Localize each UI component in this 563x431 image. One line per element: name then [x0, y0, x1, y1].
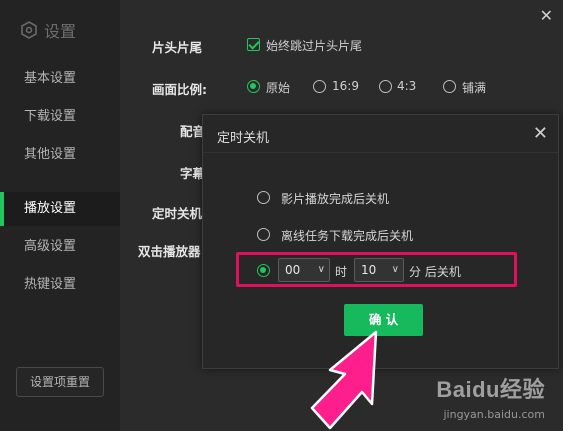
skip-intro-checkbox[interactable] [247, 38, 260, 51]
sidebar-item-hotkeys[interactable]: 热键设置 [0, 268, 120, 302]
aspect-ratio-label: 画面比例: [152, 82, 207, 97]
aspect-16-9-label: 16:9 [332, 79, 359, 93]
watermark-url: jingyan.baidu.com [443, 408, 545, 421]
sidebar-item-advanced[interactable]: 高级设置 [0, 230, 120, 264]
settings-title: 设置 [44, 22, 77, 41]
aspect-16-9-radio[interactable] [313, 80, 326, 93]
aspect-fill-radio[interactable] [443, 80, 456, 93]
subtitle-label: 字幕 [180, 166, 202, 181]
minutes-unit: 分 后关机 [409, 265, 461, 279]
reset-settings-button[interactable]: 设置项重置 [16, 367, 104, 397]
shutdown-after-playback-radio[interactable] [257, 191, 270, 204]
aspect-4-3-label: 4:3 [397, 79, 417, 93]
hours-value: 00 [285, 263, 301, 277]
window-close-icon[interactable]: ✕ [540, 6, 553, 25]
shutdown-after-playback-label: 影片播放完成后关机 [281, 192, 390, 206]
dialog-header: 定时关机 ✕ [203, 115, 558, 153]
hours-select[interactable]: 00 ∨ [278, 258, 330, 282]
aspect-original-radio[interactable] [247, 80, 260, 93]
hours-unit: 时 [335, 265, 348, 279]
skip-intro-label: 始终跳过片头片尾 [266, 39, 363, 53]
settings-hex-icon [21, 21, 37, 39]
sidebar-item-download[interactable]: 下载设置 [0, 100, 120, 134]
double-click-label: 双击播放器 [138, 244, 201, 259]
aspect-original-label: 原始 [266, 81, 291, 95]
shutdown-after-download-label: 离线任务下载完成后关机 [281, 229, 414, 243]
minutes-select[interactable]: 10 ∨ [354, 258, 404, 282]
sidebar-item-playback[interactable]: 播放设置 [0, 192, 120, 226]
intro-outro-label: 片头片尾 [152, 40, 203, 55]
shutdown-timer-radio[interactable] [257, 264, 270, 277]
sidebar-item-other[interactable]: 其他设置 [0, 138, 120, 172]
chevron-down-icon: ∨ [317, 264, 325, 275]
sidebar: 设置 基本设置 下载设置 其他设置 播放设置 高级设置 热键设置 设置项重置 [0, 0, 120, 431]
sidebar-item-basic[interactable]: 基本设置 [0, 62, 120, 96]
audio-label: 配音 [180, 124, 202, 139]
shutdown-after-download-radio[interactable] [257, 228, 270, 241]
aspect-fill-label: 铺满 [462, 81, 487, 95]
shutdown-label: 定时关机 [152, 206, 202, 221]
watermark-logo: Baidu经验 [436, 377, 545, 402]
chevron-down-icon: ∨ [391, 264, 399, 275]
dialog-close-icon[interactable]: ✕ [533, 123, 548, 144]
pointer-arrow-icon [310, 330, 378, 430]
dialog-title: 定时关机 [217, 131, 270, 146]
baidu-watermark: Baidu经验 jingyan.baidu.com [436, 372, 545, 421]
aspect-4-3-radio[interactable] [379, 80, 392, 93]
settings-header: 设置 [20, 18, 76, 42]
minutes-value: 10 [361, 263, 377, 277]
